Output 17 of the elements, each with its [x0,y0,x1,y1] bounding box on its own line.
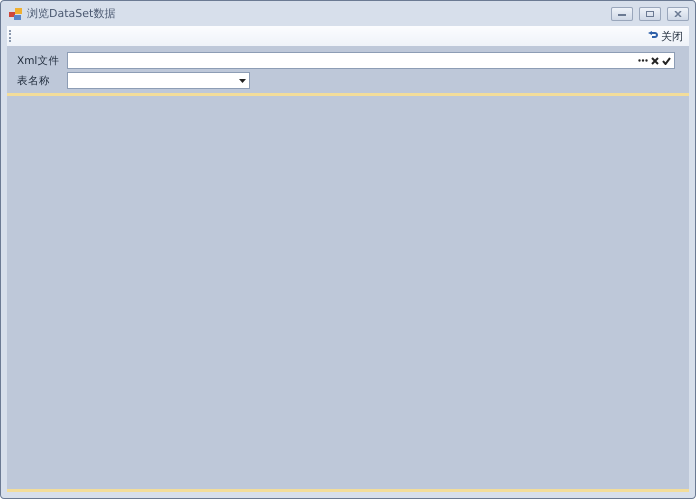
close-tool-button[interactable]: 关闭 [646,28,685,44]
maximize-button[interactable] [639,6,661,20]
clear-icon[interactable] [651,56,659,64]
minimize-button[interactable] [611,6,633,20]
app-icon [9,8,23,20]
undo-icon [648,31,658,41]
maximize-icon [646,10,654,16]
caret-icon [239,78,246,82]
field-label: Xml文件 [17,54,60,68]
close-icon [674,10,682,16]
window-title: 浏览DataSet数据 [27,6,116,21]
field-label: 表名称 [17,74,51,88]
close-button[interactable] [667,6,689,20]
file-input-field[interactable] [67,52,675,69]
ellipsis-icon[interactable] [638,59,648,62]
check-icon[interactable] [662,56,671,64]
table-dropdown[interactable] [67,72,250,89]
